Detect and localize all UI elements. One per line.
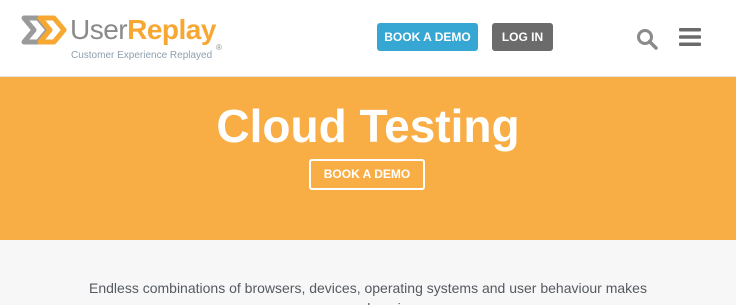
login-button[interactable]: LOG IN bbox=[492, 23, 553, 51]
site-header: UserReplay® Customer Experience Replayed… bbox=[0, 0, 736, 77]
search-icon[interactable] bbox=[636, 28, 658, 50]
hero-banner: Cloud Testing BOOK A DEMO bbox=[0, 77, 736, 240]
page-title: Cloud Testing bbox=[216, 100, 520, 152]
hamburger-menu-icon[interactable] bbox=[679, 27, 701, 47]
logo-word-replay: Replay bbox=[127, 14, 216, 45]
logo-tagline: Customer Experience Replayed bbox=[71, 50, 213, 61]
logo-wordmark: UserReplay® bbox=[70, 14, 222, 52]
logo-mark-icon bbox=[21, 15, 67, 45]
userreplay-logo[interactable]: UserReplay® Customer Experience Replayed bbox=[18, 10, 222, 65]
registered-mark: ® bbox=[215, 43, 222, 52]
logo-word-user: User bbox=[70, 14, 128, 45]
book-demo-button-hero[interactable]: BOOK A DEMO bbox=[309, 159, 425, 190]
book-demo-button-header[interactable]: BOOK A DEMO bbox=[377, 23, 478, 51]
intro-paragraph: Endless combinations of browsers, device… bbox=[89, 280, 647, 305]
